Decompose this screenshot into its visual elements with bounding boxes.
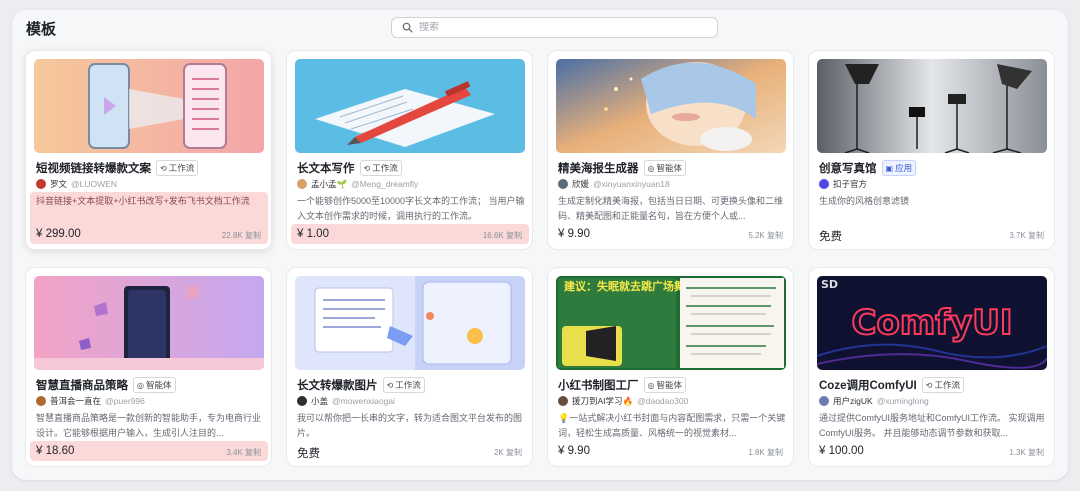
template-card[interactable]: 创意写真馆 ▣ 应用 扣子官方 生成你的风格创意滤镜 免费 3.7K 复制: [808, 50, 1055, 250]
template-card[interactable]: 精美海报生成器 ◎ 智能体 欣媛 @xinyuanxinyuan18 生成定制化精美海…: [547, 50, 794, 250]
author-handle[interactable]: @mowenxiaogai: [332, 396, 395, 406]
search-box[interactable]: [391, 17, 718, 38]
page-title: 模板: [26, 21, 57, 38]
author-name: 小盖: [311, 396, 329, 406]
card-name: 短视频链接转爆款文案: [36, 163, 151, 175]
card-price: ¥ 18.60: [36, 445, 75, 457]
card-description: 抖音链接+文本提取+小红书改写+发布飞书文档工作流: [36, 196, 250, 206]
card-thumbnail: [295, 59, 525, 153]
search-icon: [402, 22, 413, 33]
copy-count: 1.3K 复制: [1009, 448, 1044, 457]
author-handle[interactable]: @Meng_dreamfly: [351, 179, 418, 189]
agent-icon: ◎: [137, 380, 144, 390]
card-tag: ◎ 智能体: [643, 377, 686, 393]
search-input[interactable]: [419, 22, 699, 33]
author-handle[interactable]: @LUOWEN: [71, 179, 117, 189]
card-tag: ◎ 智能体: [133, 377, 176, 393]
template-panel: 模板 短视频链接转爆款文案 ⟲工作流 罗文@LUOWEN 抖音链接+文本提取+小红…: [12, 10, 1068, 480]
author-name: 用户zigUK: [833, 396, 873, 406]
card-description: 💡一站式解决小红书封面与内容配图需求，只需一个关键词，轻松生成高质量、风格统一的…: [558, 413, 786, 438]
card-thumbnail: [295, 276, 525, 370]
author-name: 普洱会一直在: [50, 396, 102, 406]
template-card[interactable]: 长文转爆款图片 ⟲ 工作流 小盖 @mowenxiaogai 我可以帮你把一长串的文字…: [286, 267, 533, 467]
template-card[interactable]: 智慧直播商品策略 ◎ 智能体 普洱会一直在 @puer996 智慧直播商品策略是一款创…: [25, 267, 272, 467]
author-name: 援刀到AI学习🔥: [572, 396, 634, 406]
card-name: 创意写真馆: [819, 163, 877, 175]
card-name: 精美海报生成器: [558, 163, 639, 175]
card-description: 通过提供ComfyUI服务地址和ComfyUI工作流。 实现调用ComfyUI服…: [819, 413, 1045, 438]
template-card[interactable]: 长文本写作 ⟲ 工作流 孟小孟🌱 @Meng_dreamfly 一个能够创作5000至…: [286, 50, 533, 250]
card-name: Coze调用ComfyUI: [819, 380, 917, 392]
card-description: 智慧直播商品策略是一款创新的智能助手，专为电商行业设计。它能够根据用户输入，生成…: [36, 413, 262, 438]
template-card[interactable]: 建议：失眠就去跳广场舞 小红书制图工厂 ◎ 智能体 援刀到AI学习🔥 @daodao3…: [547, 267, 794, 467]
card-price: ¥ 299.00: [36, 228, 81, 240]
avatar: [819, 179, 829, 189]
author-handle[interactable]: @xinyuanxinyuan18: [593, 179, 670, 189]
card-description: 生成定制化精美海报，包括当日日期、可更换头像和二维码、精美配图和正能量名句，旨在…: [558, 196, 784, 221]
author-name: 扣子官方: [833, 179, 868, 189]
card-thumbnail: 建议：失眠就去跳广场舞: [556, 276, 786, 370]
card-name: 小红书制图工厂: [558, 380, 639, 392]
card-description: 我可以帮你把一长串的文字，转为适合图文平台发布的图片。: [297, 413, 523, 438]
card-name: 长文本写作: [297, 163, 355, 175]
avatar: [36, 179, 46, 189]
card-thumbnail: [34, 59, 264, 153]
author-name: 孟小孟🌱: [311, 179, 348, 189]
app-icon: ▣: [885, 163, 894, 173]
copy-count: 16.6K 复制: [482, 231, 522, 240]
copy-count: 2K 复制: [493, 448, 522, 457]
workflow-icon: ⟲: [160, 163, 167, 173]
card-tag: ⟲ 工作流: [382, 377, 425, 393]
card-price: ¥ 9.90: [558, 445, 590, 457]
avatar: [558, 179, 568, 189]
card-price: ¥ 100.00: [819, 445, 864, 457]
workflow-icon: ⟲: [925, 380, 933, 390]
card-price: ¥ 1.00: [297, 228, 329, 240]
copy-count: 3.4K 复制: [226, 448, 261, 457]
agent-icon: ◎: [647, 380, 655, 390]
author-handle[interactable]: @xuminglong: [877, 396, 929, 406]
card-thumbnail: [556, 59, 786, 153]
workflow-icon: ⟲: [386, 380, 394, 390]
author-name: 欣媛: [572, 179, 590, 189]
copy-count: 22.8K 复制: [221, 231, 261, 240]
avatar: [36, 396, 46, 406]
poster-title: 建议：失眠就去跳广场舞: [564, 279, 685, 293]
avatar: [558, 396, 568, 406]
card-price: 免费: [297, 448, 320, 460]
avatar: [819, 396, 829, 406]
card-name: 智慧直播商品策略: [36, 380, 128, 392]
card-price: 免费: [819, 231, 842, 243]
author-name: 罗文: [50, 179, 68, 189]
card-tag: ◎ 智能体: [643, 160, 686, 176]
card-name: 长文转爆款图片: [297, 380, 378, 392]
card-tag: ▣ 应用: [881, 160, 917, 176]
comfy-neon-text: ComfyUI: [852, 303, 1013, 343]
card-description: 一个能够创作5000至10000字长文本的工作流； 当用户输入文本创作需求的时候…: [297, 196, 525, 221]
card-tag: ⟲ 工作流: [359, 160, 402, 176]
author-handle[interactable]: @daodao300: [637, 396, 688, 406]
card-thumbnail: [34, 276, 264, 370]
copy-count: 5.2K 复制: [748, 231, 783, 240]
avatar: [297, 396, 307, 406]
card-tag: ⟲ 工作流: [156, 160, 199, 176]
copy-count: 1.8K 复制: [748, 448, 783, 457]
copy-count: 3.7K 复制: [1009, 231, 1044, 240]
card-description: 生成你的风格创意滤镜: [819, 196, 910, 206]
card-thumbnail: [817, 59, 1047, 153]
agent-icon: ◎: [647, 163, 655, 173]
workflow-icon: ⟲: [363, 163, 371, 173]
avatar: [297, 179, 307, 189]
card-tag: ⟲ 工作流: [921, 377, 964, 393]
card-thumbnail: SD ComfyUI: [817, 276, 1047, 370]
card-price: ¥ 9.90: [558, 228, 590, 240]
template-card[interactable]: 短视频链接转爆款文案 ⟲ 工作流 罗文 @LUOWEN 抖音链接+文本提取+小红书改写…: [25, 50, 272, 250]
comfy-corner-text: SD: [821, 278, 838, 291]
template-card[interactable]: SD ComfyUI Coze调用ComfyUI ⟲ 工作流 用户zigUK @xum…: [808, 267, 1055, 467]
author-handle[interactable]: @puer996: [105, 396, 145, 406]
